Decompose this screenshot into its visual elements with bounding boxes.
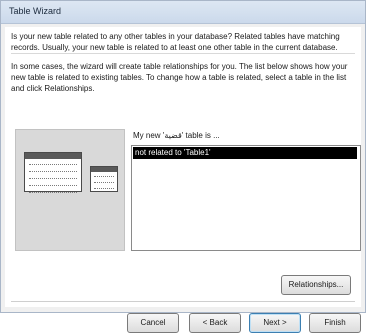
table-illustration [15, 129, 125, 251]
cancel-button[interactable]: Cancel [127, 313, 179, 333]
question-text: Is your new table related to any other t… [11, 32, 340, 52]
finish-button[interactable]: Finish [309, 313, 361, 333]
back-button[interactable]: < Back [189, 313, 241, 333]
title-bar[interactable]: Table Wizard [1, 1, 365, 24]
list-caption: My new 'قضية' table is ... [133, 131, 220, 140]
instructions-text: In some cases, the wizard will create ta… [11, 62, 348, 93]
next-button[interactable]: Next > [249, 313, 301, 333]
wizard-panel: Is your new table related to any other t… [5, 27, 361, 333]
new-table-icon [90, 166, 118, 192]
table-wizard-window: Table Wizard Is your new table related t… [0, 0, 366, 333]
list-item-table1[interactable]: not related to 'Table1' [133, 147, 357, 159]
related-table-icon [24, 152, 82, 193]
footer-divider [11, 301, 355, 302]
header-separator [11, 53, 355, 54]
relationships-listbox[interactable]: not related to 'Table1' [131, 145, 361, 251]
window-title: Table Wizard [9, 6, 62, 16]
relationships-button[interactable]: Relationships... [281, 275, 351, 295]
